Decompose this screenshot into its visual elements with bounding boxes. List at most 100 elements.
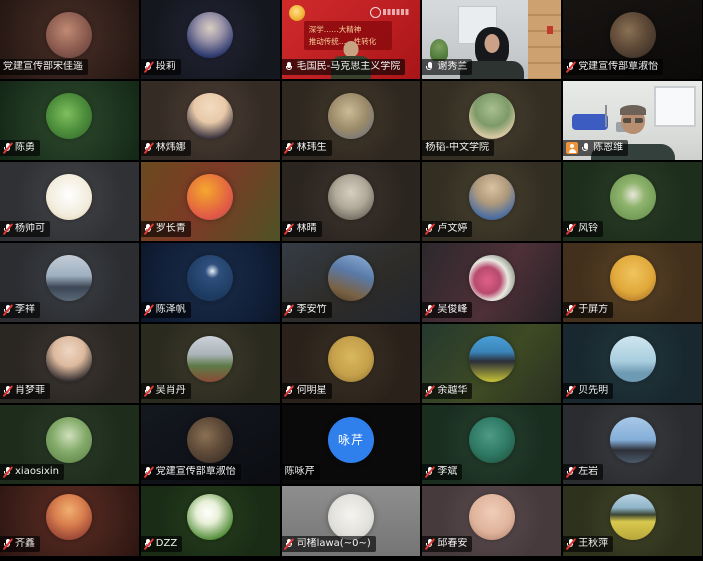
- participant-name: 司楮lawa(~0~): [297, 538, 371, 550]
- participant-name-label: 吴肖丹: [141, 383, 191, 399]
- participant-name-label: 司楮lawa(~0~): [282, 536, 376, 552]
- participant-name-label: 风铃: [563, 221, 603, 237]
- muted-mic-icon: [144, 223, 153, 235]
- participant-name-label: 齐鑫: [0, 536, 40, 552]
- participant-name: 谢秀兰: [437, 61, 467, 73]
- participant-name: 毛国民-马克思主义学院: [297, 61, 401, 73]
- slide-title-line1: 深学……大精神: [309, 25, 387, 34]
- participant-tile[interactable]: 谢秀兰: [422, 0, 561, 79]
- participant-name: xiaosixin: [15, 466, 59, 478]
- avatar: [469, 417, 515, 463]
- avatar: [187, 174, 233, 220]
- participant-name: 林玮生: [297, 142, 327, 154]
- muted-mic-icon: [3, 538, 12, 550]
- participant-name: 杨韬-中文学院: [425, 142, 489, 154]
- muted-mic-icon: [144, 538, 153, 550]
- participant-name: 陈勇: [15, 142, 35, 154]
- participant-tile[interactable]: 李安竹: [282, 243, 421, 322]
- avatar: [46, 255, 92, 301]
- participant-name: 罗长青: [156, 223, 186, 235]
- participant-tile[interactable]: 邱春安: [422, 486, 561, 556]
- participant-tile[interactable]: DZZ: [141, 486, 280, 556]
- participant-tile[interactable]: 段莉: [141, 0, 280, 79]
- avatar: [328, 494, 374, 540]
- participant-tile[interactable]: 吴肖丹: [141, 324, 280, 403]
- participant-tile[interactable]: 林玮生: [282, 81, 421, 160]
- participant-name: 李祥: [15, 304, 35, 316]
- muted-mic-icon: [144, 385, 153, 397]
- participant-tile[interactable]: 吴俊峰: [422, 243, 561, 322]
- participant-name-label: 党建宣传部宋佳遥: [0, 59, 88, 75]
- participant-name: 林晴: [297, 223, 317, 235]
- participant-name-label: 杨帅可: [0, 221, 50, 237]
- participant-name-label: 陈恩维: [563, 140, 628, 156]
- participant-name: 齐鑫: [15, 538, 35, 550]
- participant-name-label: 毛国民-马克思主义学院: [282, 59, 406, 75]
- participant-name-label: 邱春安: [422, 536, 472, 552]
- participant-tile[interactable]: 余越华: [422, 324, 561, 403]
- avatar: [610, 417, 656, 463]
- participant-name-label: 李祥: [0, 302, 40, 318]
- muted-mic-icon: [285, 538, 294, 550]
- avatar: [469, 93, 515, 139]
- participant-tile[interactable]: 齐鑫: [0, 486, 139, 556]
- participant-tile[interactable]: 党建宣传部宋佳遥: [0, 0, 139, 79]
- participant-tile[interactable]: 卢文婷: [422, 162, 561, 241]
- participant-tile[interactable]: 风铃: [563, 162, 702, 241]
- participant-tile[interactable]: 杨帅可: [0, 162, 139, 241]
- participant-name: 吴肖丹: [156, 385, 186, 397]
- avatar: [46, 12, 92, 58]
- participant-tile[interactable]: 何明星: [282, 324, 421, 403]
- participant-tile[interactable]: 司楮lawa(~0~): [282, 486, 421, 556]
- participant-tile[interactable]: 党建宣传部覃淑怡: [563, 0, 702, 79]
- participant-name-label: 卢文婷: [422, 221, 472, 237]
- participant-name: 肖梦菲: [15, 385, 45, 397]
- participant-tile[interactable]: 左岩: [563, 405, 702, 484]
- participant-name-label: 谢秀兰: [422, 59, 472, 75]
- participant-tile[interactable]: 李斌: [422, 405, 561, 484]
- participant-tile[interactable]: 深学……大精神 推动传统……性转化 毛国民-马克思主义学院: [282, 0, 421, 79]
- avatar: [328, 93, 374, 139]
- participant-tile[interactable]: 于屏方: [563, 243, 702, 322]
- shelf-item-shape: [547, 26, 553, 34]
- muted-mic-icon: [144, 304, 153, 316]
- participant-tile[interactable]: 李祥: [0, 243, 139, 322]
- participant-tile[interactable]: 陈泽帆: [141, 243, 280, 322]
- participant-name-label: 陈泽帆: [141, 302, 191, 318]
- muted-mic-icon: [425, 304, 434, 316]
- muted-mic-icon: [566, 223, 575, 235]
- participant-tile[interactable]: 肖梦菲: [0, 324, 139, 403]
- avatar: [610, 174, 656, 220]
- participant-name-label: 王秋萍: [563, 536, 613, 552]
- participant-name: 左岩: [578, 466, 598, 478]
- participant-tile[interactable]: 陈恩维: [563, 81, 702, 160]
- avatar: [469, 174, 515, 220]
- participant-name: 陈恩维: [593, 142, 623, 154]
- avatar: [610, 336, 656, 382]
- participant-name: 党建宣传部覃淑怡: [156, 466, 236, 478]
- university-logo: [370, 6, 410, 18]
- participant-name-label: 左岩: [563, 464, 603, 480]
- participant-tile[interactable]: 王秋萍: [563, 486, 702, 556]
- avatar: [46, 174, 92, 220]
- participant-name: 党建宣传部宋佳遥: [3, 61, 83, 73]
- participant-tile[interactable]: 林晴: [282, 162, 421, 241]
- participant-name: 王秋萍: [578, 538, 608, 550]
- participant-tile[interactable]: 贝先明: [563, 324, 702, 403]
- participant-name-label: 林晴: [282, 221, 322, 237]
- participant-name-label: DZZ: [141, 536, 182, 552]
- mic-icon: [581, 142, 590, 154]
- participant-tile[interactable]: 陈勇: [0, 81, 139, 160]
- participant-tile[interactable]: 杨韬-中文学院: [422, 81, 561, 160]
- participant-tile[interactable]: 党建宣传部覃淑怡: [141, 405, 280, 484]
- participant-tile[interactable]: 咏芹 陈咏芹: [282, 405, 421, 484]
- avatar: [187, 417, 233, 463]
- mic-icon: [425, 61, 434, 73]
- participant-name: 于屏方: [578, 304, 608, 316]
- participant-tile[interactable]: xiaosixin: [0, 405, 139, 484]
- participant-tile[interactable]: 林炜娜: [141, 81, 280, 160]
- muted-mic-icon: [3, 385, 12, 397]
- participant-tile[interactable]: 罗长青: [141, 162, 280, 241]
- participant-name-label: 党建宣传部覃淑怡: [141, 464, 241, 480]
- bookshelf-shape: [528, 0, 561, 79]
